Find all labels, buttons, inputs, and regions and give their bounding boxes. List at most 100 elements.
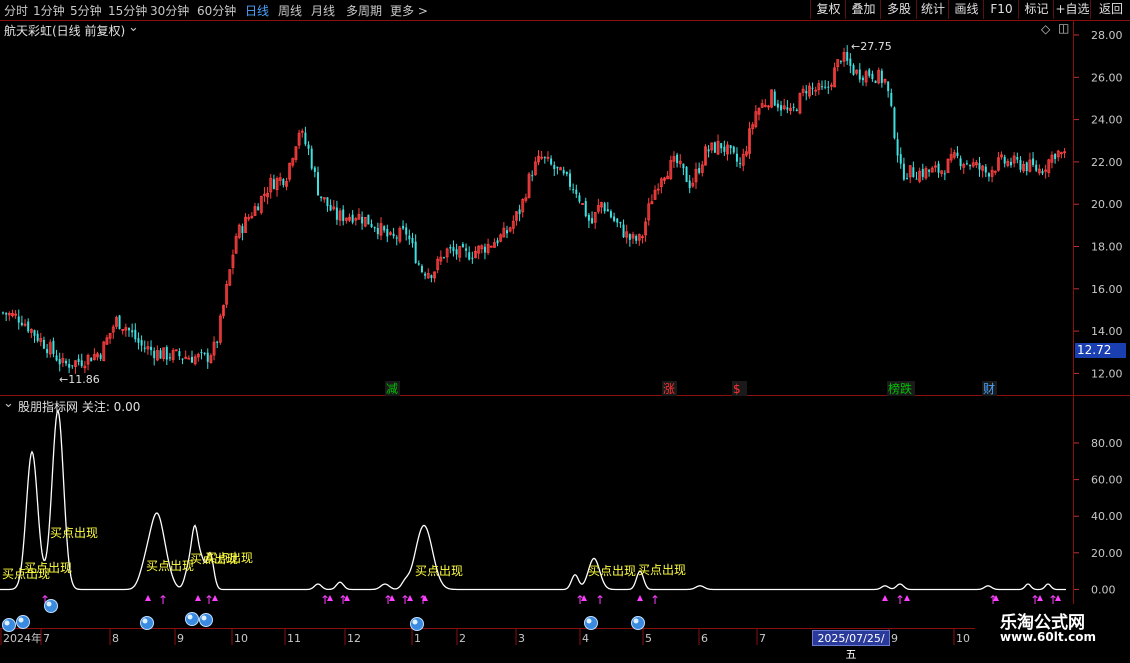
- candle-body: [587, 214, 590, 221]
- price-axis-label: 18.00: [1091, 241, 1123, 254]
- watermark-url: www.60lt.com: [1000, 630, 1097, 644]
- candle-body: [619, 221, 622, 224]
- candle-body: [402, 225, 405, 229]
- candle-body: [33, 330, 36, 336]
- ball-highlight-icon: [412, 619, 418, 625]
- candle-body: [861, 77, 864, 81]
- candle-body: [824, 86, 827, 88]
- candle-body: [58, 359, 61, 365]
- candle-body: [46, 349, 49, 353]
- price-axis-label: 24.00: [1091, 114, 1123, 127]
- candle-body: [978, 163, 981, 170]
- candle-body: [5, 312, 8, 315]
- candle-body: [584, 201, 587, 217]
- candle-body: [1041, 170, 1044, 174]
- candle-body: [27, 321, 30, 332]
- candle-body: [42, 340, 45, 349]
- event-marker: 减: [386, 382, 398, 396]
- ball-icon: [199, 613, 213, 627]
- candle-body: [417, 263, 420, 265]
- ball-highlight-icon: [142, 618, 148, 624]
- candle-body: [795, 109, 798, 112]
- kline-chart[interactable]: 28.0026.0024.0022.0020.0018.0016.0014.00…: [0, 0, 1130, 650]
- ball-icon: [16, 615, 30, 629]
- candle-body: [430, 275, 433, 278]
- candle-body: [408, 235, 411, 240]
- candle-body: [68, 363, 71, 368]
- candle-body: [591, 218, 594, 224]
- price-axis-label: 16.00: [1091, 283, 1123, 296]
- candle-body: [572, 189, 575, 191]
- candle-body: [140, 340, 143, 346]
- diamond-icon[interactable]: ◇: [1041, 22, 1050, 36]
- candle-body: [471, 257, 474, 259]
- candle-body: [880, 70, 883, 83]
- candle-body: [128, 328, 130, 331]
- candle-body: [1054, 154, 1057, 160]
- candle-body: [77, 358, 80, 362]
- candle-body: [370, 224, 373, 228]
- candle-body: [685, 166, 688, 183]
- event-marker: 榜跌: [888, 381, 912, 396]
- ball-icon: [631, 616, 645, 630]
- candle-body: [780, 105, 783, 111]
- price-axis-label: 28.00: [1091, 29, 1123, 42]
- price-axis-label: 12.00: [1091, 367, 1123, 380]
- candle-body: [304, 132, 307, 145]
- stock-title: 航天彩虹(日线 前复权): [4, 24, 126, 38]
- ball-highlight-icon: [633, 618, 639, 624]
- candle-body: [71, 365, 74, 367]
- candle-body: [216, 341, 219, 343]
- candle-body: [376, 227, 379, 235]
- ball-icon: [410, 617, 424, 631]
- candle-body: [902, 163, 905, 180]
- candle-body: [550, 158, 553, 165]
- candle-body: [449, 246, 452, 249]
- indicator-axis-label: 80.00: [1091, 437, 1123, 450]
- candle-body: [578, 195, 581, 202]
- chevron-down-icon[interactable]: ⌄: [3, 396, 14, 411]
- candle-body: [565, 172, 568, 175]
- candle-body: [776, 103, 779, 108]
- chevron-down-icon[interactable]: ⌄: [128, 20, 139, 35]
- candle-body: [943, 173, 946, 175]
- candle-body: [137, 338, 140, 343]
- price-axis-label: 14.00: [1091, 325, 1123, 338]
- candle-body: [969, 165, 972, 167]
- candle-body: [414, 241, 417, 263]
- candle-body: [80, 360, 83, 366]
- candle-body: [241, 226, 244, 234]
- candle-body: [575, 189, 578, 194]
- candle-body: [257, 206, 260, 211]
- candle-body: [698, 168, 701, 173]
- buy-signal-label: 买点出现: [205, 551, 253, 565]
- buy-signal-label: 买点出现: [24, 561, 72, 575]
- time-axis-label: 10: [234, 632, 248, 645]
- candle-body: [921, 168, 924, 177]
- window-toggle-icon[interactable]: ◫: [1058, 21, 1069, 35]
- high-price-label: ←27.75: [851, 40, 892, 53]
- candle-body: [792, 106, 795, 108]
- candle-body: [518, 209, 521, 215]
- candle-body: [713, 142, 716, 153]
- candle-body: [178, 351, 181, 357]
- candle-body: [17, 316, 20, 323]
- price-axis-label: 22.00: [1091, 156, 1123, 169]
- candle-body: [912, 167, 915, 178]
- candle-body: [465, 248, 468, 251]
- candle-body: [732, 146, 735, 153]
- candle-body: [203, 352, 206, 354]
- candle-body: [874, 80, 877, 83]
- candle-body: [392, 233, 395, 237]
- candle-body: [603, 203, 606, 212]
- candle-body: [965, 163, 968, 165]
- candle-body: [987, 173, 990, 177]
- time-axis-label: 7: [43, 632, 50, 645]
- candle-body: [622, 224, 625, 238]
- buy-signal-label: 买点出现: [146, 559, 194, 573]
- candle-body: [36, 333, 39, 341]
- candle-body: [893, 107, 896, 139]
- time-axis-label: 3: [518, 632, 525, 645]
- candle-body: [405, 227, 408, 235]
- current-price-badge: 12.72: [1075, 343, 1126, 358]
